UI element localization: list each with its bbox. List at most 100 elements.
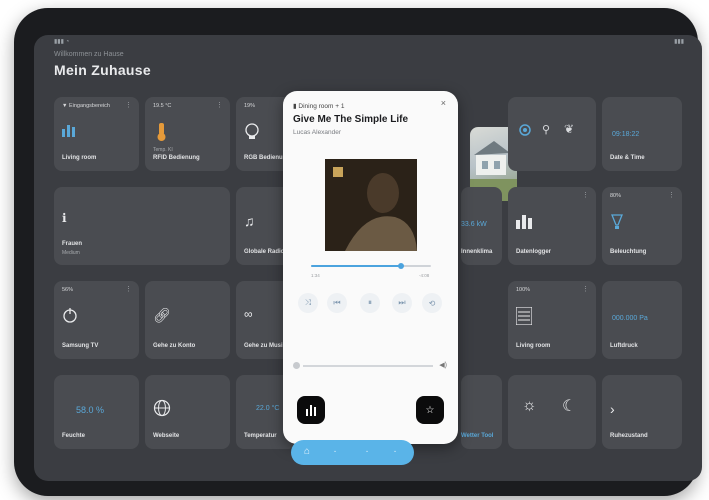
tile-tag: 19.5 °C [153,103,172,109]
tile-label: Globale Radio [244,249,285,255]
link-icon[interactable]: ⚲ [542,123,550,136]
lightbulb-icon [610,213,624,236]
more-icon[interactable]: ⋮ [668,191,675,199]
dock-dot-icon-2[interactable]: · [361,446,373,458]
glasses-icon: ∞ [244,307,253,321]
more-icon[interactable]: ⋮ [125,101,132,109]
tile-innenklima[interactable]: 33.6 kW Innenklima [461,187,502,265]
progress-bar[interactable] [311,263,431,269]
home-icon[interactable]: ⌂ [301,446,313,458]
chevron-right-icon: › [610,401,615,417]
tile-frauen[interactable]: ℹ Frauen Medium [54,187,230,265]
more-icon[interactable]: ⋮ [582,285,589,293]
lightbulb-icon [244,123,260,146]
speaker-source[interactable]: ▮ Dining room + 1 [293,102,344,110]
star-icon: ☆ [425,404,435,416]
speaker-icon: ◀) [439,362,447,369]
favorite-button[interactable]: ☆ [416,396,444,424]
status-left: ▮▮▮ ◔ [54,39,70,45]
tile-tag: ▼ Eingangsbereich [62,103,110,109]
tile-date-time[interactable]: 09:18:22 Date & Time [602,97,682,171]
tile-tag: 56% [62,287,74,293]
tile-label: Beleuchtung [610,249,647,255]
tile-sub: Temp. KI [153,147,173,153]
tile-konto[interactable]: 🔗︎ Gehe zu Konto [145,281,230,359]
progress-knob[interactable] [398,263,404,269]
next-icon[interactable]: ⏭ [392,293,412,313]
tile-label: Ruhezustand [610,433,648,439]
tile-label: Wetter Tool [461,433,494,439]
shuffle-icon[interactable]: ⤨ [298,293,318,313]
tile-rfid[interactable]: 19.5 °C ⋮ Temp. KI RFID Bedienung [145,97,230,171]
repeat-icon[interactable]: ⟲ [422,293,442,313]
leaf-icon[interactable]: ❦ [564,122,574,136]
tile-day-night[interactable]: ☼ ☾ [508,375,596,449]
volume-slider[interactable]: ◀) [293,361,447,371]
previous-icon[interactable]: ⏮ [327,293,347,313]
blinds-icon [515,306,533,330]
status-right: ▮▮▮ [674,39,684,45]
artist-name: Lucas Alexander [293,129,342,136]
tile-label: Luftdruck [610,343,638,349]
thermometer-icon [153,123,171,146]
link-icon: 🔗︎ [153,307,171,323]
page-subtitle: Willkommen zu Hause [54,51,124,58]
tile-tag: 80% [610,193,622,199]
tile-label: Feuchte [62,433,86,439]
gear-icon[interactable] [518,123,532,142]
tile-label: Gehe zu Konto [153,343,196,349]
tile-feuchte[interactable]: 58.0 % Feuchte [54,375,139,449]
tile-label: Date & Time [610,155,645,161]
music-note-icon: ♫ [244,213,255,229]
album-art [325,159,417,251]
tile-scene-icons[interactable]: ⚲ ❦ [508,97,596,171]
more-icon[interactable]: ⋮ [582,191,589,199]
time-value: 09:18:22 [612,131,640,138]
dock-dot-icon[interactable]: · [329,446,341,458]
elapsed-time: 1:34 [311,273,320,278]
tile-wetter[interactable]: Wetter Tool [461,375,502,449]
tile-beleuchtung[interactable]: 80% ⋮ Beleuchtung [602,187,682,265]
pause-icon[interactable]: ⏸ [360,293,380,313]
tile-label: RFID Bedienung [153,155,200,161]
tile-label: Datenlogger [516,249,552,255]
tile-tag: 19% [244,103,256,109]
equalizer-icon [306,405,316,416]
volume-track [303,365,433,367]
tile-label: Gehe zu Musik [244,343,287,349]
album-cover-image [325,159,417,251]
info-icon: ℹ [62,211,67,225]
tile-luftdruck[interactable]: 000.000 Pa Luftdruck [602,281,682,359]
tile-samsung-tv[interactable]: 56% ⋮ Samsung TV [54,281,139,359]
sun-icon[interactable]: ☼ [522,397,537,415]
equalizer-button[interactable] [297,396,325,424]
volume-knob[interactable] [293,362,300,369]
tile-living-room-2[interactable]: 100% ⋮ Living room [508,281,596,359]
dock-dot-icon-3[interactable]: · [389,446,401,458]
bar-chart-icon [516,213,534,234]
tile-label: Living room [62,155,97,161]
progress-fill [311,265,401,267]
bottom-dock: ⌂ · · · [291,440,414,465]
tile-label: Frauen [62,241,83,247]
source-label: Dining room + 1 [298,103,345,110]
moon-icon[interactable]: ☾ [562,396,576,416]
tile-value: 000.000 Pa [612,315,648,322]
tile-webseite[interactable]: Webseite [145,375,230,449]
tile-label: Samsung TV [62,343,99,349]
tile-ruhezustand[interactable]: › Ruhezustand [602,375,682,449]
tablet-frame: ▮▮▮ ◔ ▮▮▮ Willkommen zu Hause Mein Zuhau… [14,8,702,496]
tile-value: 22.0 °C [256,405,280,412]
tile-label: Living room [516,343,551,349]
music-player-modal: ▮ Dining room + 1 × Give Me The Simple L… [283,91,458,444]
tile-datenlogger[interactable]: ⋮ Datenlogger [508,187,596,265]
tile-living-room[interactable]: ▼ Eingangsbereich ⋮ Living room [54,97,139,171]
tile-sub: Medium [62,250,80,256]
more-icon[interactable]: ⋮ [216,101,223,109]
more-icon[interactable]: ⋮ [125,285,132,293]
close-icon[interactable]: × [441,98,446,108]
tile-label: Innenklima [461,249,493,255]
remaining-time: -4:08 [419,273,430,278]
tile-value: 33.6 kW [461,221,487,228]
tile-label: Temperatur [244,433,277,439]
